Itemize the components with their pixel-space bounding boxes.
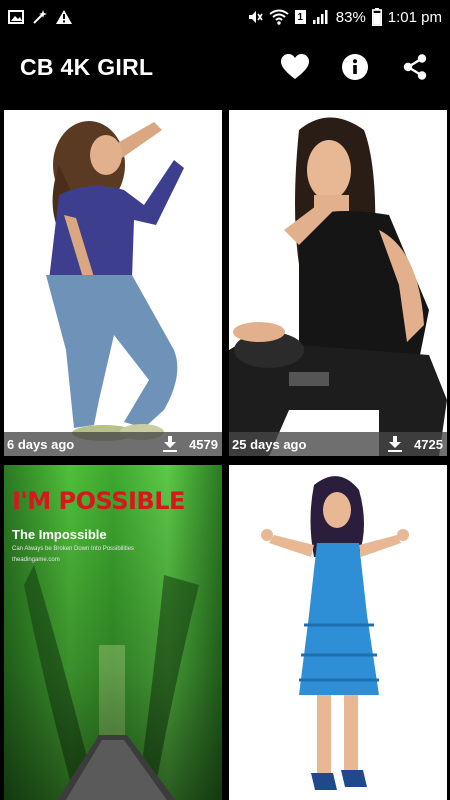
favorites-button[interactable] — [280, 52, 310, 82]
wallpaper-caption: 6 days ago 4579 — [4, 432, 222, 456]
share-icon — [403, 54, 427, 80]
poster-subtitle: The Impossible — [12, 527, 107, 542]
wallpaper-card[interactable]: I'M POSSIBLE The Impossible Can Always b… — [4, 465, 222, 800]
warning-icon — [56, 10, 72, 24]
clock: 1:01 pm — [387, 8, 442, 26]
app-bar: CB 4K GIRL — [0, 34, 450, 100]
info-icon — [342, 54, 368, 80]
wallpaper-grid: 6 days ago 4579 25 days ago 4725 I'M POS… — [0, 108, 450, 800]
wallpaper-caption: 25 days ago 4725 — [229, 432, 447, 456]
wallpaper-card[interactable]: 6 days ago 4579 — [4, 110, 222, 456]
download-icon[interactable] — [163, 436, 178, 452]
sim-badge: 1 — [294, 10, 306, 24]
upload-age: 6 days ago — [7, 436, 75, 452]
battery-text: 83% — [335, 8, 366, 26]
download-info: 4579 — [163, 436, 218, 452]
wallpaper-card[interactable] — [229, 465, 447, 800]
signal-icon — [312, 10, 328, 24]
status-left — [8, 9, 72, 25]
wallpaper-image — [229, 465, 447, 800]
app-title: CB 4K GIRL — [20, 53, 154, 80]
app-bar-actions — [280, 52, 430, 82]
status-bar: 1 83% 1:01 pm — [0, 0, 450, 34]
status-right: 1 83% 1:01 pm — [247, 8, 442, 26]
download-count: 4579 — [189, 436, 218, 452]
upload-age: 25 days ago — [232, 436, 307, 452]
heart-icon — [281, 54, 309, 79]
poster-title: I'M POSSIBLE — [12, 487, 185, 515]
download-info: 4725 — [388, 436, 443, 452]
image-icon — [8, 10, 24, 24]
wallpaper-image — [4, 110, 222, 456]
poster-line-2: theadingame.com — [12, 557, 60, 563]
share-button[interactable] — [400, 52, 430, 82]
info-button[interactable] — [340, 52, 370, 82]
poster-line-1: Can Always be Broken Down Into Possibili… — [12, 546, 135, 552]
download-count: 4725 — [414, 436, 443, 452]
battery-icon — [371, 8, 382, 26]
poster-text: I'M POSSIBLE The Impossible Can Always b… — [12, 487, 185, 564]
mute-icon — [248, 11, 263, 23]
download-icon[interactable] — [388, 436, 403, 452]
wand-icon — [33, 10, 47, 24]
wallpaper-card[interactable]: 25 days ago 4725 — [229, 110, 447, 456]
wallpaper-image — [229, 110, 447, 456]
wifi-icon — [269, 9, 289, 25]
